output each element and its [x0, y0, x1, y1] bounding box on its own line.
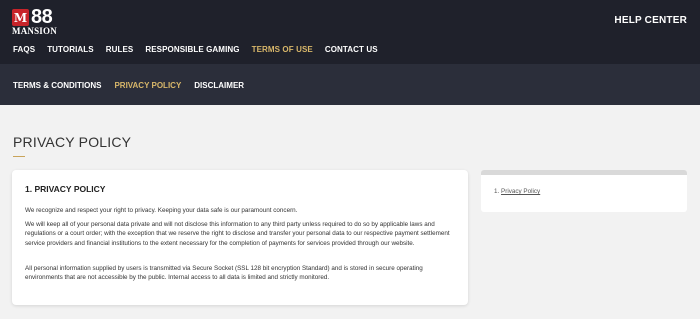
nav-terms-of-use[interactable]: TERMS OF USE [252, 45, 313, 54]
nav-responsible-gaming[interactable]: RESPONSIBLE GAMING [145, 45, 239, 54]
paragraph-3: All personal information supplied by use… [25, 265, 423, 282]
sub-nav: TERMS & CONDITIONS PRIVACY POLICY DISCLA… [13, 81, 257, 90]
paragraph-2: We will keep all of your personal data p… [25, 221, 450, 247]
m88-mansion-logo[interactable]: M 88 MANSION [12, 6, 72, 36]
content-card: 1. PRIVACY POLICY We recognize and respe… [12, 170, 468, 305]
subnav-terms-conditions[interactable]: TERMS & CONDITIONS [13, 81, 101, 90]
page-title: PRIVACY POLICY [13, 134, 132, 150]
nav-contact-us[interactable]: CONTACT US [325, 45, 378, 54]
paragraph-1: We recognize and respect your right to p… [25, 207, 298, 214]
toc-link-label: Privacy Policy [501, 188, 541, 195]
top-header: M 88 MANSION HELP CENTER FAQS TUTORIALS … [0, 0, 700, 64]
toc-prefix: 1. [494, 188, 502, 195]
help-center-title: HELP CENTER [614, 15, 687, 26]
logo-subtext: MANSION [12, 26, 57, 36]
nav-faqs[interactable]: FAQS [13, 45, 35, 54]
toc-link-privacy-policy[interactable]: 1. Privacy Policy [494, 188, 540, 195]
title-underline-divider [13, 156, 25, 157]
logo-number: 88 [31, 6, 53, 28]
logo-mark: M [12, 9, 29, 26]
sub-header: TERMS & CONDITIONS PRIVACY POLICY DISCLA… [0, 64, 700, 105]
subnav-privacy-policy[interactable]: PRIVACY POLICY [114, 81, 181, 90]
nav-rules[interactable]: RULES [106, 45, 134, 54]
section-heading: 1. PRIVACY POLICY [25, 184, 106, 194]
nav-tutorials[interactable]: TUTORIALS [47, 45, 94, 54]
subnav-disclaimer[interactable]: DISCLAIMER [194, 81, 244, 90]
table-of-contents: 1. Privacy Policy [481, 170, 687, 212]
main-nav: FAQS TUTORIALS RULES RESPONSIBLE GAMING … [13, 45, 390, 54]
